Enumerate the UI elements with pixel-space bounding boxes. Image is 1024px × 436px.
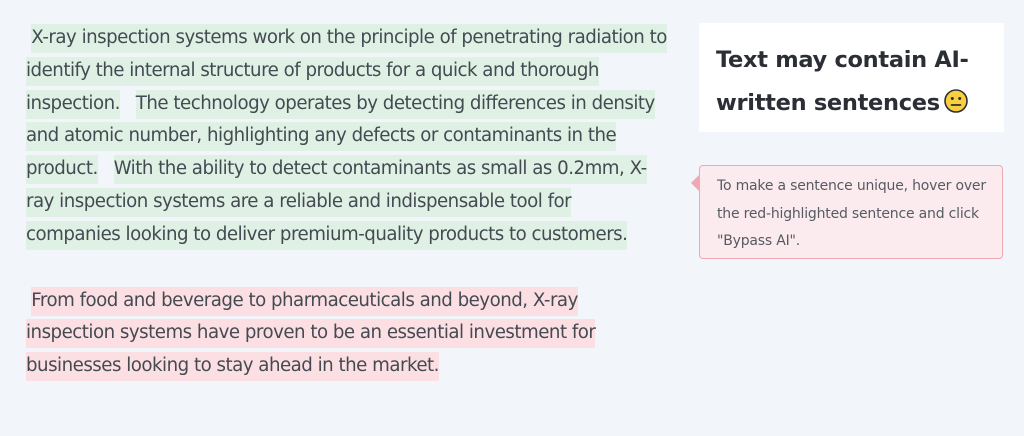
- analyzed-text: X-ray inspection systems work on the pri…: [26, 22, 670, 383]
- verdict-title-text: Text may contain AI-written sentences: [716, 47, 969, 116]
- ai-detector-result-panel: X-ray inspection systems work on the pri…: [0, 0, 1024, 436]
- verdict-card: Text may contain AI-written sentences: [699, 23, 1004, 132]
- verdict-title: Text may contain AI-written sentences: [716, 39, 988, 125]
- neutral-face-icon: [944, 89, 968, 113]
- paragraph-1: X-ray inspection systems work on the pri…: [26, 22, 670, 252]
- sentence-human[interactable]: With the ability to detect contaminants …: [26, 155, 647, 250]
- hint-text: To make a sentence unique, hover over th…: [717, 178, 986, 249]
- paragraph-2: From food and beverage to pharmaceutical…: [26, 285, 670, 383]
- bypass-hint-tooltip: To make a sentence unique, hover over th…: [699, 165, 1003, 259]
- sentence-ai-highlighted[interactable]: From food and beverage to pharmaceutical…: [26, 286, 596, 382]
- hint-pointer: [691, 175, 699, 191]
